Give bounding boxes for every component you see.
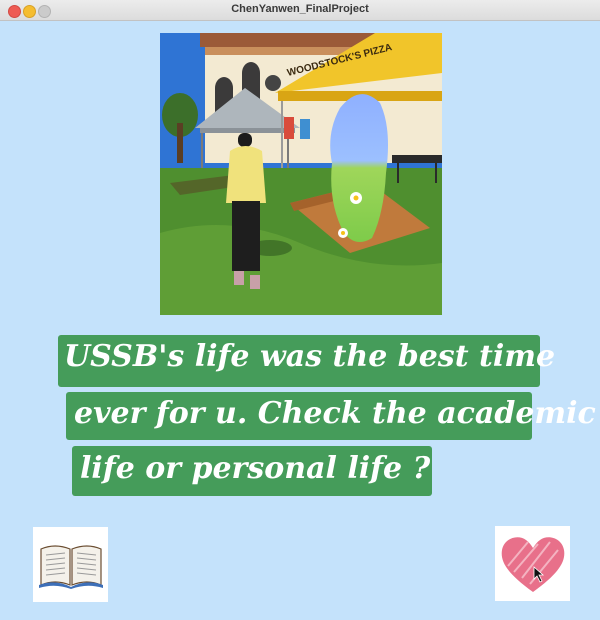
academic-life-button[interactable] [33, 527, 108, 602]
window-title: ChenYanwen_FinalProject [231, 3, 369, 15]
caption-line-2: ever for u. Check the academic [74, 396, 596, 431]
open-book-icon [38, 544, 103, 589]
personal-life-button[interactable] [495, 526, 570, 601]
caption-line-3: life or personal life ? [80, 451, 431, 486]
campus-photo: WOODSTOCK'S PIZZA [160, 33, 442, 315]
title-bar[interactable]: ChenYanwen_FinalProject [0, 0, 600, 21]
heart-icon [501, 536, 564, 592]
app-window: ChenYanwen_FinalProject WOODSTOCK'S PIZZ… [0, 0, 600, 620]
caption-line-1: USSB's life was the best time [64, 339, 556, 374]
